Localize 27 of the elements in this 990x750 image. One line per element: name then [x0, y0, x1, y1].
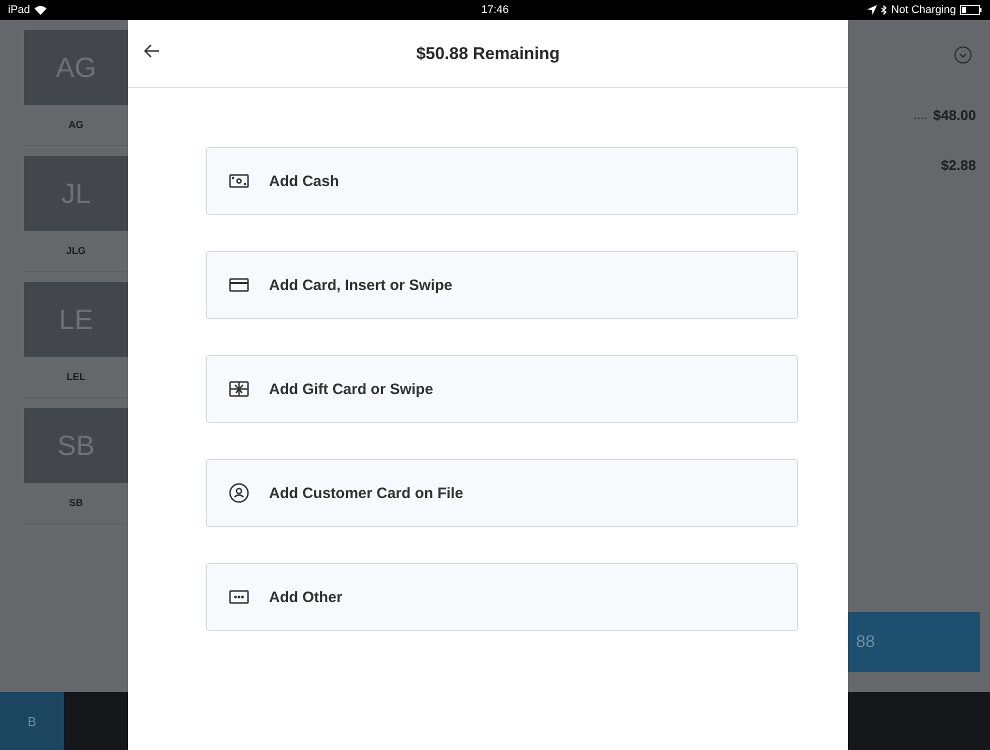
location-arrow-icon: [867, 5, 878, 15]
payment-option[interactable]: Add Card, Insert or Swipe: [206, 251, 798, 319]
gift-card-icon: [229, 379, 249, 399]
tile-label: AG: [68, 120, 84, 130]
status-time: 17:46: [481, 4, 509, 16]
line-amount: $48.00: [933, 107, 976, 123]
back-arrow-icon: [144, 44, 160, 58]
bluetooth-icon: [881, 5, 888, 15]
bottom-tab[interactable]: B: [0, 692, 64, 750]
payment-option[interactable]: Add Gift Card or Swipe: [206, 355, 798, 423]
payment-option[interactable]: Add Other: [206, 563, 798, 631]
tile-label: JLG: [66, 246, 86, 256]
chevron-circle-icon[interactable]: [954, 46, 972, 64]
person-icon: [229, 483, 249, 503]
payment-option[interactable]: Add Customer Card on File: [206, 459, 798, 527]
battery-status: Not Charging: [891, 4, 956, 16]
device-name: iPad: [8, 4, 30, 16]
truncated-text: ....: [914, 108, 928, 122]
tile-label: LEL: [66, 372, 86, 382]
charge-amount: 88: [856, 632, 875, 652]
tile-label: SB: [69, 498, 83, 508]
line-amount: $2.88: [940, 157, 976, 173]
wifi-icon: [34, 5, 48, 15]
payment-option[interactable]: Add Cash: [206, 147, 798, 215]
dialog-title: $50.88 Remaining: [416, 44, 560, 64]
battery-icon: [960, 5, 982, 15]
charge-button[interactable]: 88: [848, 612, 980, 672]
